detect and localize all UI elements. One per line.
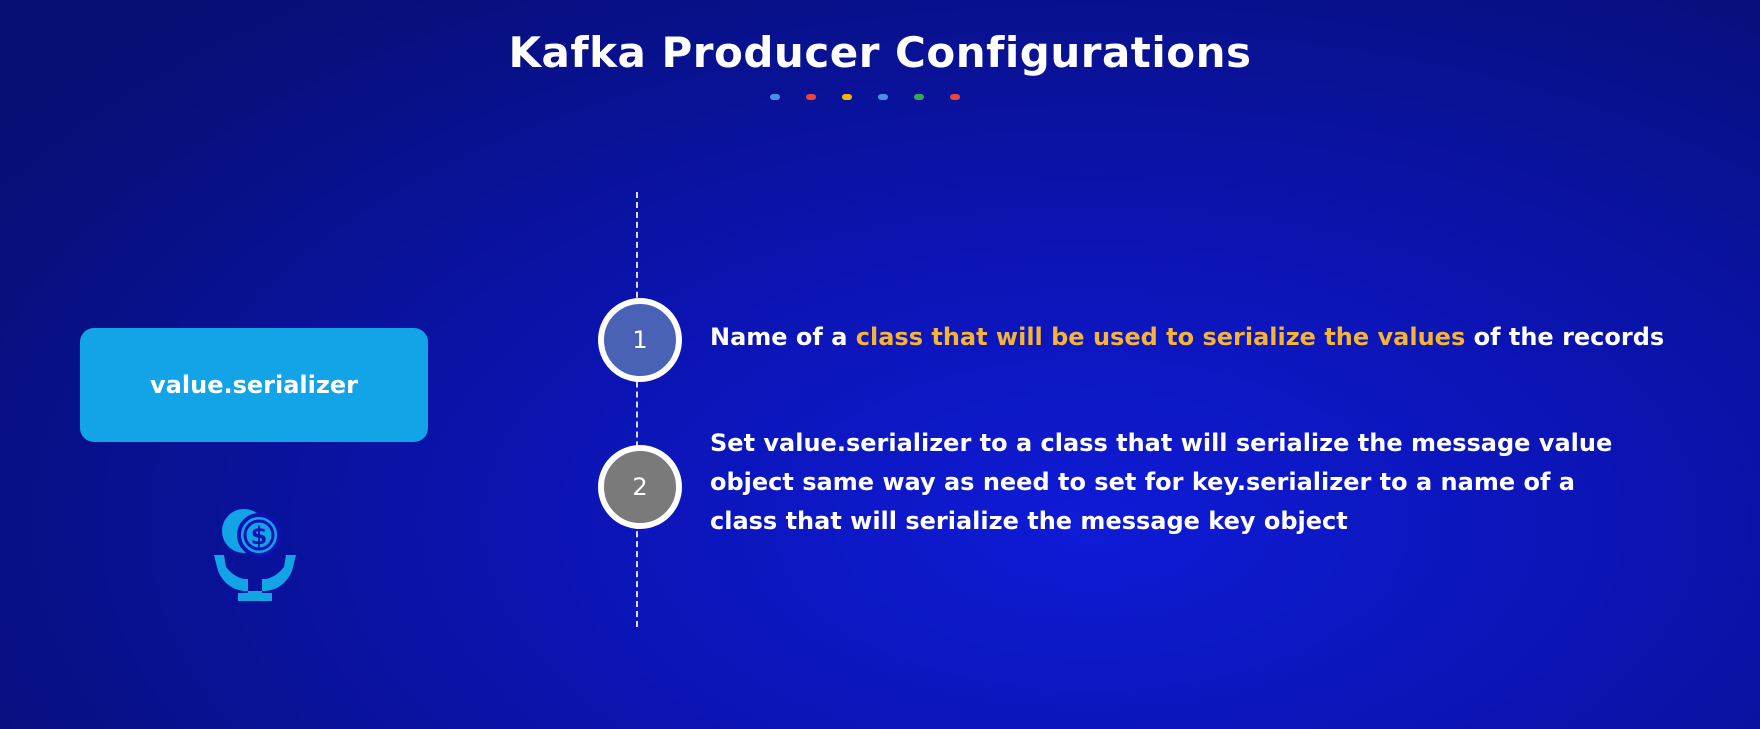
step-2-line: Set value.serializer to a class that wil… (710, 429, 1613, 457)
title-dot (770, 94, 780, 100)
timeline-dashed-line (636, 192, 638, 627)
step-2-line: class that will serialize the message ke… (710, 507, 1348, 535)
step-1-text-before: Name of a (710, 323, 856, 351)
title-dot (806, 94, 816, 100)
step-1-highlight: class that will be used to serialize the… (855, 323, 1466, 351)
title-dot (914, 94, 924, 100)
step-1-text-after: of the records (1465, 323, 1665, 351)
title-dot (878, 94, 888, 100)
step-1-badge: 1 (598, 298, 682, 382)
step-2-text: Set value.serializer to a class that wil… (710, 424, 1612, 541)
title-dot (842, 94, 852, 100)
title-dot (950, 94, 960, 100)
step-number: 1 (632, 326, 648, 354)
svg-text:$: $ (251, 522, 268, 550)
step-1-text: Name of a class that will be used to ser… (710, 318, 1664, 357)
money-hand-icon: $ (214, 509, 296, 601)
step-2-badge: 2 (598, 445, 682, 529)
title-dots (770, 94, 960, 100)
step-number: 2 (632, 473, 648, 501)
step-2-line: object same way as need to set for key.s… (710, 468, 1575, 496)
slide-title: Kafka Producer Configurations (508, 28, 1252, 77)
config-name-card: value.serializer (80, 328, 428, 442)
config-name: value.serializer (150, 371, 358, 399)
